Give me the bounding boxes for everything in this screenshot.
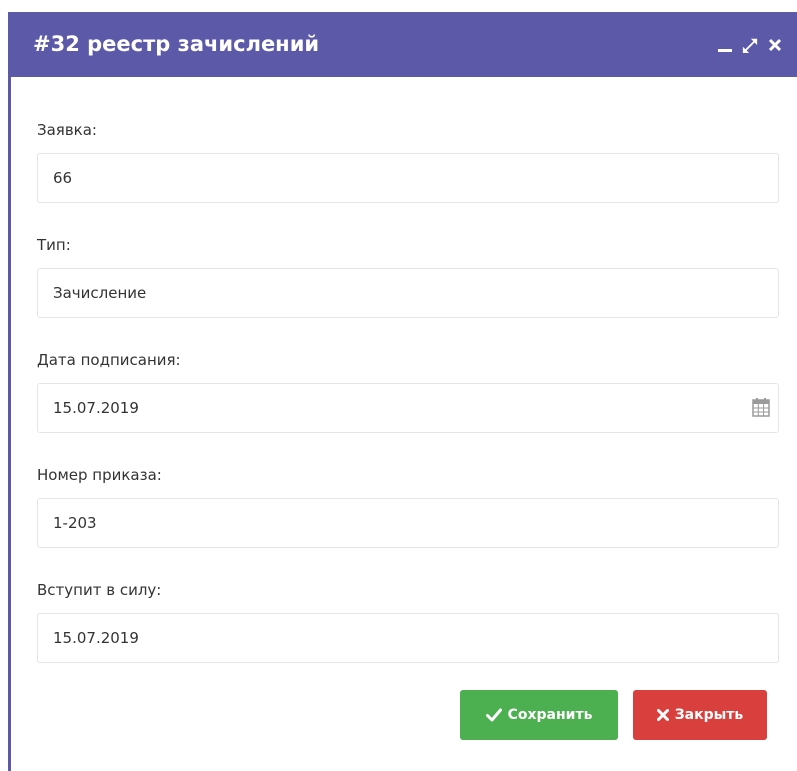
window-controls bbox=[717, 12, 783, 77]
dialog-window: #32 реестр зачислений Заявка: 66 Тип: За… bbox=[0, 0, 797, 771]
effective-date-label: Вступит в силу: bbox=[37, 581, 162, 599]
application-input[interactable] bbox=[37, 153, 779, 203]
type-input[interactable] bbox=[37, 268, 779, 318]
close-button-label: Закрыть bbox=[674, 707, 744, 723]
save-button[interactable]: Сохранить bbox=[460, 690, 618, 740]
minimize-icon[interactable] bbox=[717, 35, 733, 55]
dialog-titlebar[interactable]: #32 реестр зачислений bbox=[8, 12, 797, 77]
check-icon bbox=[485, 708, 502, 722]
dialog-left-border bbox=[8, 77, 11, 771]
save-button-label: Сохранить bbox=[507, 707, 593, 723]
signing-date-label: Дата подписания: bbox=[37, 351, 181, 369]
x-icon bbox=[656, 709, 669, 721]
type-label: Тип: bbox=[37, 236, 71, 254]
effective-date-input[interactable] bbox=[37, 613, 779, 663]
order-number-label: Номер приказа: bbox=[37, 466, 162, 484]
close-button[interactable]: Закрыть bbox=[633, 690, 767, 740]
dialog-title: #32 реестр зачислений bbox=[33, 32, 320, 56]
maximize-icon[interactable] bbox=[742, 35, 758, 55]
signing-date-input[interactable] bbox=[37, 383, 779, 433]
close-icon[interactable] bbox=[767, 35, 783, 55]
order-number-input[interactable] bbox=[37, 498, 779, 548]
application-label: Заявка: bbox=[37, 121, 97, 139]
calendar-icon[interactable] bbox=[752, 398, 770, 417]
